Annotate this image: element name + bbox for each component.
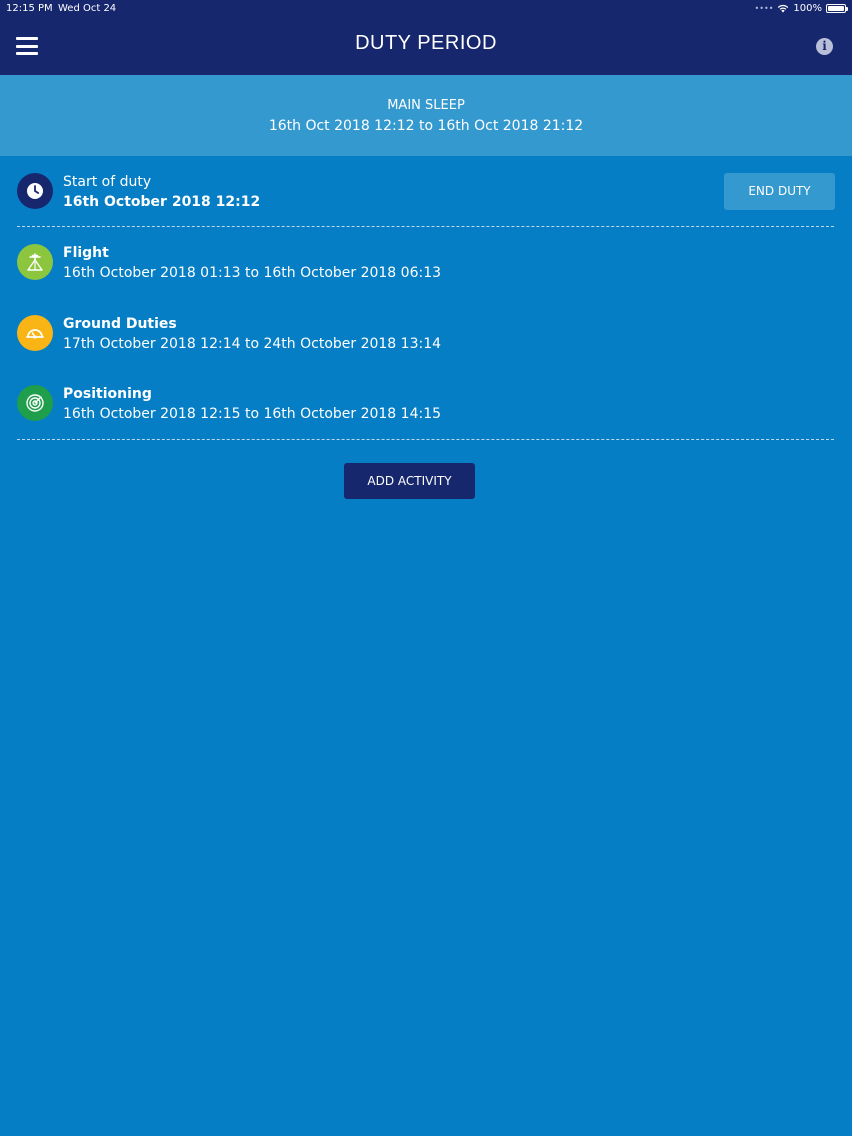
status-indicators: •••• 100% — [754, 0, 848, 17]
activity-range: 16th October 2018 12:15 to 16th October … — [63, 406, 442, 422]
battery-icon — [826, 4, 848, 13]
end-duty-button[interactable]: END DUTY — [724, 173, 835, 210]
divider — [17, 226, 834, 227]
add-activity-button[interactable]: ADD ACTIVITY — [344, 463, 475, 499]
duty-start-row: Start of duty 16th October 2018 12:12 — [17, 173, 835, 213]
duty-start-label: Start of duty — [63, 174, 152, 190]
divider — [17, 439, 834, 440]
activity-label: Ground Duties — [63, 316, 177, 332]
top-bar: 12:15 PM Wed Oct 24 •••• 100% DUTY PERIO… — [0, 0, 852, 75]
sleep-banner[interactable]: MAIN SLEEP 16th Oct 2018 12:12 to 16th O… — [0, 75, 852, 156]
activity-range: 17th October 2018 12:14 to 24th October … — [63, 336, 442, 352]
activity-item-ground-duties[interactable]: Ground Duties 17th October 2018 12:14 to… — [17, 315, 835, 355]
status-bar: 12:15 PM Wed Oct 24 •••• 100% — [0, 0, 852, 18]
ground-duties-icon — [17, 315, 53, 351]
signal-icon: •••• — [754, 4, 774, 13]
activity-item-positioning[interactable]: Positioning 16th October 2018 12:15 to 1… — [17, 385, 835, 425]
activity-range: 16th October 2018 01:13 to 16th October … — [63, 265, 442, 281]
clock-icon — [17, 173, 53, 209]
sleep-title: MAIN SLEEP — [387, 98, 465, 113]
sleep-range: 16th Oct 2018 12:12 to 16th Oct 2018 21:… — [268, 118, 584, 134]
info-icon[interactable]: i — [816, 38, 833, 55]
battery-percent: 100% — [793, 3, 822, 14]
duty-start-datetime: 16th October 2018 12:12 — [63, 194, 261, 210]
page-title: DUTY PERIOD — [355, 32, 497, 54]
activity-item-flight[interactable]: Flight 16th October 2018 01:13 to 16th O… — [17, 244, 835, 284]
activity-label: Flight — [63, 245, 109, 261]
flight-icon — [17, 244, 53, 280]
wifi-icon — [778, 4, 789, 13]
activity-label: Positioning — [63, 386, 152, 402]
status-time: 12:15 PM — [6, 3, 53, 14]
positioning-icon — [17, 385, 53, 421]
status-date: Wed Oct 24 — [58, 3, 117, 14]
